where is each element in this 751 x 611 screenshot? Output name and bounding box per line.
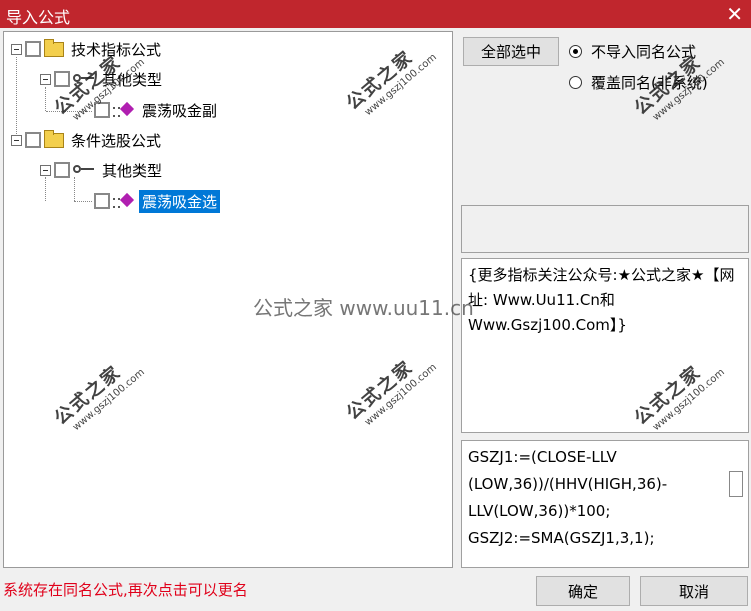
collapse-icon[interactable] — [40, 73, 51, 85]
tree-node-label: 技术指标公式 — [71, 40, 162, 59]
tree-line — [46, 111, 92, 112]
tree-node-other-types-1[interactable]: 其他类型 — [40, 67, 165, 91]
collapse-icon[interactable] — [11, 134, 22, 146]
tree-node-label: 其他类型 — [102, 70, 163, 89]
scrollbar-thumb[interactable] — [729, 471, 743, 497]
cancel-button[interactable]: 取消 — [640, 576, 748, 606]
close-icon[interactable]: ✕ — [726, 2, 743, 26]
radio-no-import-label: 不导入同名公式 — [591, 43, 697, 61]
tree-node-tech-indicators[interactable]: 技术指标公式 — [11, 37, 164, 61]
folder-icon — [44, 38, 64, 57]
radio-no-import[interactable]: 不导入同名公式 — [569, 41, 696, 62]
tree-node-label: 震荡吸金副 — [142, 101, 218, 120]
radio-overwrite[interactable]: 覆盖同名(非系统) — [569, 72, 708, 93]
tree-node-label: 其他类型 — [102, 161, 163, 180]
tree-checkbox[interactable] — [54, 162, 70, 178]
select-all-button[interactable]: 全部选中 — [463, 37, 559, 66]
formula-icon — [113, 194, 135, 208]
tree-checkbox[interactable] — [25, 41, 41, 57]
tree-checkbox[interactable] — [25, 132, 41, 148]
formula-tree[interactable]: 技术指标公式 其他类型 震荡吸金副 条件选股公式 其他类型 震荡吸金选 — [3, 31, 453, 568]
window-title: 导入公式 — [6, 8, 71, 27]
collapse-icon[interactable] — [11, 43, 22, 55]
status-message: 系统存在同名公式,再次点击可以更名 — [3, 581, 248, 599]
key-icon — [73, 73, 95, 85]
tree-node-other-types-2[interactable]: 其他类型 — [40, 158, 165, 182]
folder-icon — [44, 129, 64, 148]
empty-info-panel — [461, 205, 749, 253]
collapse-icon[interactable] — [40, 164, 51, 176]
tree-checkbox[interactable] — [94, 193, 110, 209]
tree-node-stock-conditions[interactable]: 条件选股公式 — [11, 128, 164, 152]
tree-node-zdxj-sub[interactable]: 震荡吸金副 — [94, 98, 220, 122]
title-bar: 导入公式 ✕ — [0, 0, 751, 28]
tree-line — [74, 201, 92, 202]
tree-node-zdxj-select[interactable]: 震荡吸金选 — [94, 189, 221, 213]
formula-icon — [113, 103, 135, 117]
key-icon — [73, 164, 95, 176]
tree-node-label-selected: 震荡吸金选 — [139, 189, 221, 213]
formula-code-box[interactable]: GSZJ1:=(CLOSE-LLV (LOW,36))/(HHV(HIGH,36… — [461, 440, 749, 568]
radio-icon — [569, 45, 582, 58]
formula-description: {更多指标关注公众号:★公式之家★【网址: Www.Uu11.Cn和Www.Gs… — [461, 258, 749, 433]
tree-node-label: 条件选股公式 — [71, 131, 162, 150]
radio-icon — [569, 76, 582, 89]
radio-overwrite-label: 覆盖同名(非系统) — [591, 74, 708, 92]
formula-code: GSZJ1:=(CLOSE-LLV (LOW,36))/(HHV(HIGH,36… — [468, 448, 668, 547]
tree-checkbox[interactable] — [54, 71, 70, 87]
tree-checkbox[interactable] — [94, 102, 110, 118]
ok-button[interactable]: 确定 — [536, 576, 630, 606]
